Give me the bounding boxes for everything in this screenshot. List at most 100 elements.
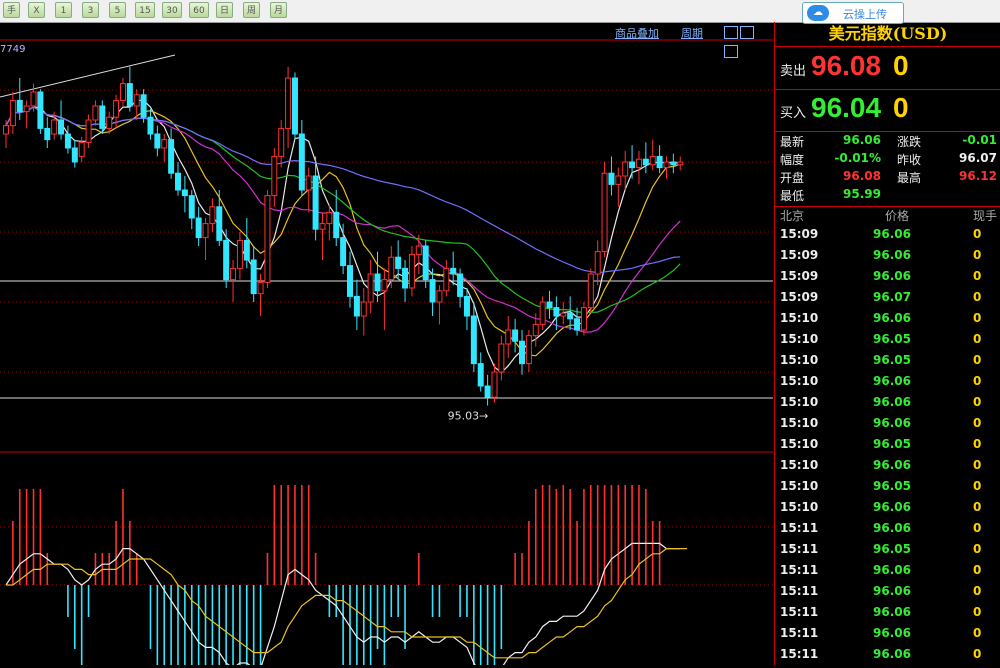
candle-body (333, 211, 340, 239)
overlay-link[interactable]: 商品叠加 (615, 25, 659, 41)
period-button-6[interactable]: 30 (162, 2, 182, 18)
candle-body (168, 139, 175, 174)
tick-time-cell: 15:09 (780, 290, 819, 304)
buy-price: 96.04 (811, 92, 882, 123)
candle-body (147, 116, 154, 135)
period-button-4[interactable]: 5 (109, 2, 126, 18)
tick-row: 15:11 96.06 0 (775, 563, 1000, 584)
candle-body (477, 363, 484, 387)
candle-body (305, 175, 312, 191)
tick-vol-cell: 0 (973, 626, 982, 640)
tick-vol-cell: 0 (973, 353, 982, 367)
tick-price-cell: 96.06 (873, 500, 911, 514)
period-button-1[interactable]: X (28, 2, 45, 18)
candle-body (374, 273, 381, 292)
candle-body (99, 105, 106, 129)
candle-body (119, 83, 126, 101)
tick-vol-cell: 0 (973, 374, 982, 388)
tick-price-cell: 96.06 (873, 395, 911, 409)
period-button-10[interactable]: 月 (270, 2, 287, 18)
tick-price-cell: 96.05 (873, 353, 911, 367)
stat-value-0: 96.06 (843, 133, 881, 147)
period-link[interactable]: 周期 (681, 25, 703, 41)
candle-body (278, 127, 285, 157)
candle-body (470, 315, 477, 365)
candle-body (622, 161, 629, 177)
stat-label-0: 最新 (780, 135, 805, 149)
period-button-9[interactable]: 周 (243, 2, 260, 18)
candle-body (230, 267, 237, 281)
stat-value-1: -0.01 (962, 133, 997, 147)
candle-body (175, 172, 181, 191)
tick-vol-cell: 0 (973, 542, 982, 556)
tick-price-cell: 96.06 (873, 626, 911, 640)
candle-body (560, 312, 567, 317)
candle-body (71, 147, 78, 163)
tick-vol-cell: 0 (973, 563, 982, 577)
candle-body (381, 279, 388, 292)
tick-vol-cell: 0 (973, 500, 982, 514)
stat-value-5: 96.12 (959, 169, 997, 183)
tick-vol-cell: 0 (973, 605, 982, 619)
candle-body (113, 99, 120, 118)
stat-label-6: 最低 (780, 189, 805, 203)
candle-body (64, 133, 71, 149)
tick-time-cell: 15:11 (780, 563, 819, 577)
tick-time-cell: 15:09 (780, 248, 819, 262)
cloud-icon: ☁ (807, 5, 829, 21)
period-button-5[interactable]: 15 (135, 2, 155, 18)
kline-chart-area[interactable]: 95.03→ 7749 商品叠加 周期 (0, 22, 773, 665)
minimize-icon[interactable] (724, 26, 738, 39)
tick-price-cell: 96.06 (873, 248, 911, 262)
candle-body (181, 189, 188, 197)
cloud-upload-label: 云操上传 (843, 8, 887, 21)
quote-stats: 最新 96.06 涨跌 -0.01 幅度 -0.01% 昨收 96.07 开盘 96.08 最高 96… (775, 132, 1000, 207)
candle-body (271, 155, 278, 197)
tick-row: 15:10 96.06 0 (775, 458, 1000, 479)
tick-time-cell: 15:10 (780, 374, 819, 388)
candle-body (491, 371, 498, 398)
candle-body (505, 329, 512, 345)
tick-price-cell: 96.06 (873, 647, 911, 661)
period-button-7[interactable]: 60 (189, 2, 209, 18)
close-icon[interactable] (724, 45, 738, 58)
instrument-title: 美元指数(USD) (775, 22, 1000, 47)
candle-body (223, 239, 230, 281)
window-controls[interactable] (724, 24, 768, 58)
macd-dea-line (6, 548, 688, 659)
candle-body (615, 175, 622, 185)
candle-body (243, 239, 250, 261)
kline-chart[interactable]: 95.03→ (0, 22, 773, 665)
candle-body (567, 312, 574, 320)
candle-body (408, 253, 415, 289)
candle-body (539, 301, 546, 325)
candle-body (484, 385, 491, 398)
stat-value-2: -0.01% (834, 151, 881, 165)
tick-time-cell: 15:10 (780, 458, 819, 472)
candle-body (264, 195, 271, 283)
candle-body (291, 77, 298, 135)
candle-body (216, 206, 223, 241)
tick-price-cell: 96.06 (873, 311, 911, 325)
candle-body (3, 125, 9, 135)
restore-icon[interactable] (740, 26, 754, 39)
period-button-8[interactable]: 日 (216, 2, 233, 18)
candle-body (594, 251, 601, 275)
tick-row: 15:11 96.06 0 (775, 626, 1000, 647)
stat-value-3: 96.07 (959, 151, 997, 165)
candle-body (9, 99, 16, 127)
candle-body (44, 127, 51, 141)
period-button-0[interactable]: 手 (3, 2, 20, 18)
period-button-2[interactable]: 1 (55, 2, 72, 18)
stat-label-5: 最高 (897, 171, 922, 185)
trend-line (0, 54, 176, 98)
tick-price-cell: 96.06 (873, 605, 911, 619)
cloud-upload-button[interactable]: ☁ 云操上传 (802, 2, 904, 24)
tick-vol-cell: 0 (973, 521, 982, 535)
tick-time-cell: 15:11 (780, 542, 819, 556)
tick-vol-cell: 0 (973, 647, 982, 661)
candle-body (250, 259, 257, 295)
candle-body (195, 217, 202, 239)
sell-row: 卖出 96.08 0 (775, 47, 1000, 90)
period-button-3[interactable]: 3 (82, 2, 99, 18)
